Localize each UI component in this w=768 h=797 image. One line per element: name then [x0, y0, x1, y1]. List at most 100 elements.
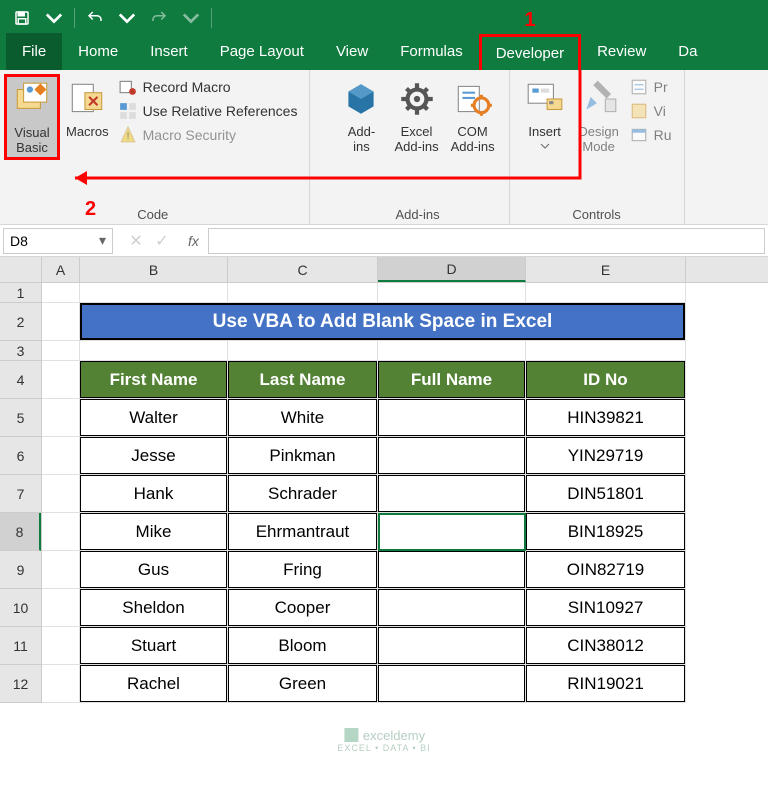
- view-code-button[interactable]: Vi: [630, 102, 672, 120]
- tab-review[interactable]: Review: [581, 33, 662, 70]
- row-header-10[interactable]: 10: [0, 589, 41, 627]
- undo-dropdown-icon[interactable]: [113, 4, 141, 32]
- dropdown-icon[interactable]: [40, 4, 68, 32]
- cell-last[interactable]: Bloom: [228, 627, 377, 664]
- cell-full[interactable]: [378, 589, 525, 626]
- cell-id[interactable]: RIN19021: [526, 665, 685, 702]
- insert-control-icon: [524, 78, 566, 120]
- row-headers: 1 2 3 4 5 6 7 8 9 10 11 12: [0, 283, 42, 703]
- run-dialog-button[interactable]: Ru: [630, 126, 672, 144]
- table-row: Walter White HIN39821: [42, 399, 686, 437]
- annotation-2: 2: [85, 198, 96, 221]
- tab-home[interactable]: Home: [62, 33, 134, 70]
- properties-button[interactable]: Pr: [630, 78, 672, 96]
- group-label-controls: Controls: [518, 205, 676, 222]
- visual-basic-button[interactable]: Visual Basic: [4, 74, 60, 160]
- view-code-icon: [630, 102, 648, 120]
- formula-input[interactable]: [208, 228, 765, 254]
- tab-file[interactable]: File: [6, 33, 62, 70]
- tab-developer[interactable]: Developer 1: [479, 34, 581, 70]
- cell-last[interactable]: Cooper: [228, 589, 377, 626]
- cell-last[interactable]: White: [228, 399, 377, 436]
- design-mode-icon: [578, 78, 620, 120]
- tab-formulas[interactable]: Formulas: [384, 33, 479, 70]
- name-box[interactable]: D8 ▾: [3, 228, 113, 254]
- row-header-4[interactable]: 4: [0, 361, 41, 399]
- cell-first[interactable]: Mike: [80, 513, 227, 550]
- row-header-6[interactable]: 6: [0, 437, 41, 475]
- cell-first[interactable]: Walter: [80, 399, 227, 436]
- row-header-8[interactable]: 8: [0, 513, 41, 551]
- cell-first[interactable]: Sheldon: [80, 589, 227, 626]
- ribbon-group-controls: Insert Design Mode Pr Vi: [510, 70, 685, 224]
- cell-first[interactable]: Jesse: [80, 437, 227, 474]
- cell-last[interactable]: Schrader: [228, 475, 377, 512]
- cell-id[interactable]: CIN38012: [526, 627, 685, 664]
- cell-last[interactable]: Fring: [228, 551, 377, 588]
- tab-data[interactable]: Da: [662, 33, 713, 70]
- cell-last[interactable]: Ehrmantraut: [228, 513, 377, 550]
- cell-id[interactable]: DIN51801: [526, 475, 685, 512]
- com-addins-button[interactable]: COM Add-ins: [445, 74, 501, 158]
- col-header-c[interactable]: C: [228, 257, 378, 282]
- col-header-a[interactable]: A: [42, 257, 80, 282]
- cell-first[interactable]: Gus: [80, 551, 227, 588]
- redo-icon: [145, 4, 173, 32]
- cell-full[interactable]: [378, 551, 525, 588]
- cell-first[interactable]: Rachel: [80, 665, 227, 702]
- row-header-9[interactable]: 9: [0, 551, 41, 589]
- cell-area[interactable]: Use VBA to Add Blank Space in Excel Firs…: [42, 283, 686, 703]
- redo-dropdown-icon: [177, 4, 205, 32]
- record-macro-icon: [119, 78, 137, 96]
- row-header-1[interactable]: 1: [0, 283, 41, 303]
- record-macro-button[interactable]: Record Macro: [119, 78, 298, 96]
- row-header-5[interactable]: 5: [0, 399, 41, 437]
- tab-insert[interactable]: Insert: [134, 33, 204, 70]
- tab-view[interactable]: View: [320, 33, 384, 70]
- ribbon-group-code: Visual Basic Macros Record Macro Use Rel…: [0, 70, 310, 224]
- cell-id[interactable]: OIN82719: [526, 551, 685, 588]
- row-header-12[interactable]: 12: [0, 665, 41, 703]
- save-icon[interactable]: [8, 4, 36, 32]
- col-header-b[interactable]: B: [80, 257, 228, 282]
- table-header: ID No: [526, 361, 685, 398]
- cell-first[interactable]: Hank: [80, 475, 227, 512]
- table-row: Jesse Pinkman YIN29719: [42, 437, 686, 475]
- cell-id[interactable]: SIN10927: [526, 589, 685, 626]
- macro-security-icon: !: [119, 126, 137, 144]
- col-header-d[interactable]: D: [378, 257, 526, 282]
- watermark: exceldemy EXCEL • DATA • BI: [337, 727, 430, 753]
- cell-full[interactable]: [378, 627, 525, 664]
- row-header-2[interactable]: 2: [0, 303, 41, 341]
- ribbon-tabs: File Home Insert Page Layout View Formul…: [0, 35, 768, 70]
- cell-id[interactable]: BIN18925: [526, 513, 685, 550]
- tab-page-layout[interactable]: Page Layout: [204, 33, 320, 70]
- select-all-corner[interactable]: [0, 257, 42, 282]
- cell-full[interactable]: [378, 665, 525, 702]
- spreadsheet-grid: A B C D E 1 2 3 4 5 6 7 8 9 10 11 12 Use…: [0, 257, 768, 703]
- cell-id[interactable]: HIN39821: [526, 399, 685, 436]
- cell-last[interactable]: Pinkman: [228, 437, 377, 474]
- cell-first[interactable]: Stuart: [80, 627, 227, 664]
- cell-full[interactable]: [378, 399, 525, 436]
- row-header-11[interactable]: 11: [0, 627, 41, 665]
- gear-icon: [396, 78, 438, 120]
- fx-label[interactable]: fx: [182, 233, 205, 249]
- insert-control-button[interactable]: Insert: [518, 74, 572, 153]
- addins-button[interactable]: Add- ins: [334, 74, 388, 158]
- excel-addins-button[interactable]: Excel Add-ins: [388, 74, 444, 158]
- use-relative-button[interactable]: Use Relative References: [119, 102, 298, 120]
- cell-full[interactable]: [378, 437, 525, 474]
- quick-access-toolbar: [0, 0, 768, 35]
- col-header-e[interactable]: E: [526, 257, 686, 282]
- chevron-down-icon[interactable]: ▾: [99, 232, 106, 249]
- row-header-3[interactable]: 3: [0, 341, 41, 361]
- cell-full[interactable]: [378, 475, 525, 512]
- cell-full[interactable]: [378, 513, 525, 550]
- cell-last[interactable]: Green: [228, 665, 377, 702]
- undo-icon[interactable]: [81, 4, 109, 32]
- macros-button[interactable]: Macros: [60, 74, 115, 143]
- row-header-7[interactable]: 7: [0, 475, 41, 513]
- cell-id[interactable]: YIN29719: [526, 437, 685, 474]
- design-mode-button[interactable]: Design Mode: [572, 74, 626, 158]
